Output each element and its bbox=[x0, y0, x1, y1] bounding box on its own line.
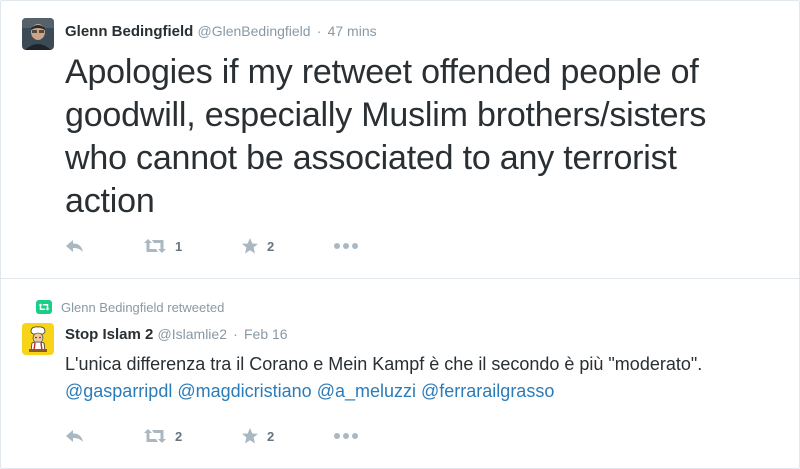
favorite-count: 2 bbox=[267, 428, 275, 444]
avatar[interactable] bbox=[22, 323, 54, 355]
favorite-button[interactable]: 2 bbox=[241, 426, 274, 446]
reply-button[interactable] bbox=[65, 426, 85, 446]
retweet-count: 2 bbox=[175, 428, 183, 444]
favorite-star-icon bbox=[242, 428, 258, 444]
header-separator: · bbox=[233, 326, 238, 342]
retweet-button[interactable]: 2 bbox=[143, 426, 182, 446]
author-username[interactable]: @Islamlie2 bbox=[158, 326, 227, 342]
mention-link[interactable]: @a_meluzzi bbox=[317, 381, 416, 401]
favorite-count: 2 bbox=[267, 238, 275, 254]
tweet-stream: Glenn Bedingfield @GlenBedingfield · 47 … bbox=[0, 0, 800, 469]
reply-icon bbox=[66, 430, 83, 442]
avatar[interactable] bbox=[22, 18, 54, 50]
tweet-text: L'unica differenza tra il Corano e Mein … bbox=[65, 351, 785, 405]
more-dots-icon bbox=[334, 433, 358, 439]
retweet-icon bbox=[144, 429, 166, 443]
header-separator: · bbox=[316, 23, 322, 39]
tweet-text-body: L'unica differenza tra il Corano e Mein … bbox=[65, 354, 703, 374]
tweet-timestamp[interactable]: Feb 16 bbox=[244, 326, 288, 342]
reply-icon bbox=[66, 240, 83, 252]
profile-cartoon-icon bbox=[22, 323, 54, 355]
mention-link[interactable]: @ferrarailgrasso bbox=[421, 381, 554, 401]
tweet-timestamp[interactable]: 47 mins bbox=[328, 23, 377, 39]
more-button[interactable] bbox=[333, 426, 359, 446]
tweet-header: Glenn Bedingfield @GlenBedingfield · 47 … bbox=[65, 22, 377, 41]
retweet-context[interactable]: Glenn Bedingfield retweeted bbox=[36, 300, 224, 316]
retweeted-by-label: Glenn Bedingfield retweeted bbox=[61, 300, 225, 315]
tweet-header: Stop Islam 2 @Islamlie2 · Feb 16 bbox=[65, 325, 288, 344]
favorite-button[interactable]: 2 bbox=[241, 236, 274, 256]
tweet-text: Apologies if my retweet offended people … bbox=[65, 53, 707, 220]
more-button[interactable] bbox=[333, 236, 359, 256]
mention-link[interactable]: @gasparripdl bbox=[65, 381, 172, 401]
tweet-1[interactable]: Glenn Bedingfield @GlenBedingfield · 47 … bbox=[1, 1, 800, 279]
reply-button[interactable] bbox=[65, 236, 85, 256]
tweet-2[interactable]: Glenn Bedingfield retweeted Stop Islam 2… bbox=[1, 279, 800, 469]
author-fullname[interactable]: Stop Islam 2 bbox=[65, 326, 153, 343]
retweet-count: 1 bbox=[175, 238, 183, 254]
author-fullname[interactable]: Glenn Bedingfield bbox=[65, 23, 193, 40]
profile-photo-icon bbox=[22, 18, 54, 50]
retweeted-badge-icon bbox=[36, 300, 52, 314]
favorite-star-icon bbox=[242, 238, 258, 254]
more-dots-icon bbox=[334, 243, 358, 249]
mention-link[interactable]: @magdicristiano bbox=[177, 381, 311, 401]
author-username[interactable]: @GlenBedingfield bbox=[198, 23, 311, 39]
retweet-icon bbox=[144, 239, 166, 253]
retweet-button[interactable]: 1 bbox=[143, 236, 182, 256]
